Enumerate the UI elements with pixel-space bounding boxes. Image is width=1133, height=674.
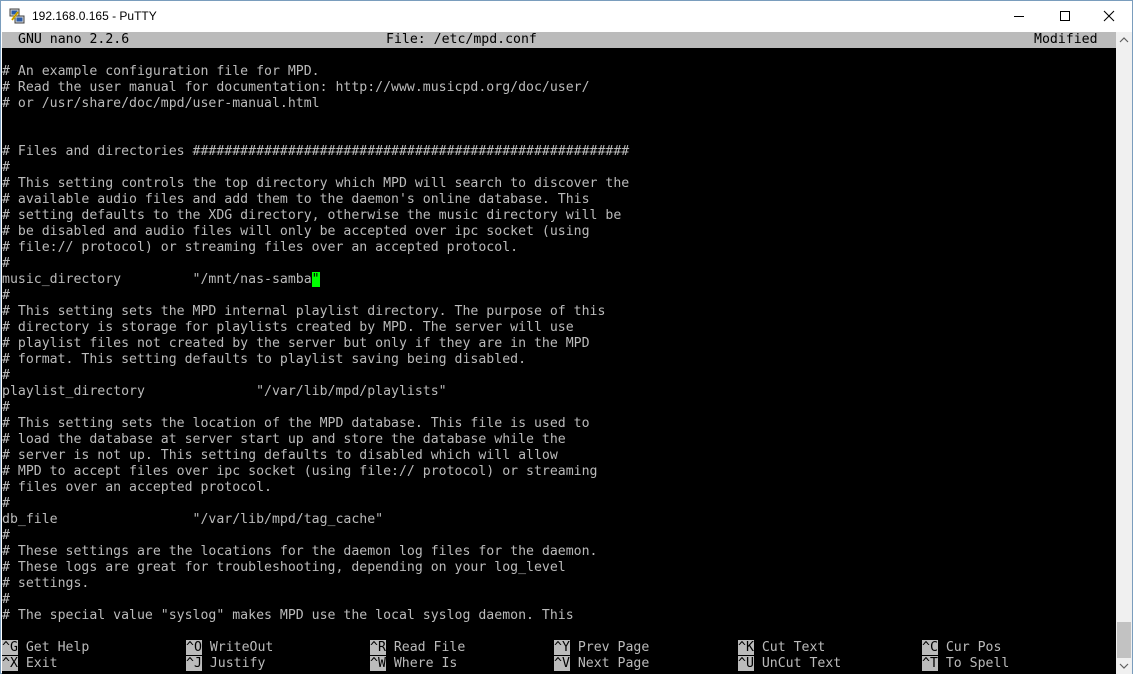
editor-line: # This setting sets the MPD internal pla… [2, 304, 606, 319]
editor-line: # Read the user manual for documentation… [2, 80, 590, 95]
editor-line: # setting defaults to the XDG directory,… [2, 208, 622, 223]
editor-line: # [2, 160, 10, 175]
putty-window: 192.168.0.165 - PuTTY GNU nano 2.2.6 Fil… [0, 0, 1133, 674]
close-button[interactable] [1086, 1, 1132, 31]
shortcut-key: ^O [186, 640, 202, 655]
shortcut-key: ^G [2, 640, 18, 655]
shortcut-label: WriteOut [209, 640, 274, 655]
minimize-button[interactable] [996, 1, 1042, 31]
vertical-scrollbar[interactable] [1116, 32, 1132, 674]
window-title: 192.168.0.165 - PuTTY [32, 9, 157, 23]
shortcut-key: ^T [922, 656, 938, 671]
scroll-thumb[interactable] [1117, 622, 1131, 658]
close-icon [1103, 10, 1115, 22]
putty-icon [9, 8, 25, 24]
shortcut-label: Prev Page [577, 640, 650, 655]
scroll-down-arrow-icon[interactable] [1116, 658, 1132, 674]
editor-line: # An example configuration file for MPD. [2, 64, 320, 79]
shortcut-label: To Spell [945, 656, 1010, 671]
shortcut-writeout[interactable]: ^O WriteOut [186, 640, 273, 656]
editor-line: # [2, 368, 10, 383]
shortcut-to-spell[interactable]: ^T To Spell [922, 656, 1009, 672]
minimize-icon [1014, 16, 1024, 17]
editor-line: # [2, 592, 10, 607]
shortcut-read-file[interactable]: ^R Read File [370, 640, 465, 656]
shortcut-key: ^W [370, 656, 386, 671]
shortcut-key: ^U [738, 656, 754, 671]
shortcut-next-page[interactable]: ^V Next Page [554, 656, 649, 672]
editor-line: # This setting sets the location of the … [2, 416, 590, 431]
editor-line: # playlist files not created by the serv… [2, 336, 590, 351]
editor-line: # load the database at server start up a… [2, 432, 566, 447]
scroll-up-arrow-icon[interactable] [1116, 32, 1132, 48]
editor-line: # file:// protocol) or streaming files o… [2, 240, 519, 255]
shortcut-justify[interactable]: ^J Justify [186, 656, 265, 672]
editor-line-current[interactable]: music_directory "/mnt/nas-samba" [2, 272, 1116, 288]
shortcut-key: ^J [186, 656, 202, 671]
editor-line: # The special value "syslog" makes MPD u… [2, 608, 574, 623]
shortcut-key: ^R [370, 640, 386, 655]
maximize-icon [1060, 11, 1070, 21]
terminal-screen[interactable]: GNU nano 2.2.6 File: /etc/mpd.conf Modif… [2, 32, 1116, 674]
editor-line: # format. This setting defaults to playl… [2, 352, 527, 367]
editor-line: # directory is storage for playlists cre… [2, 320, 574, 335]
shortcut-where-is[interactable]: ^W Where Is [370, 656, 457, 672]
modified-status: Modified [1034, 32, 1098, 47]
file-name: File: /etc/mpd.conf [386, 32, 537, 47]
shortcut-label: Exit [25, 656, 58, 671]
editor-line: # [2, 496, 10, 511]
shortcut-prev-page[interactable]: ^Y Prev Page [554, 640, 649, 656]
shortcut-bar-bottom: ^X Exit ^J Justify ^W Where Is ^V Next P… [2, 656, 1116, 672]
shortcut-label: Get Help [25, 640, 90, 655]
editor-line: # or /usr/share/doc/mpd/user-manual.html [2, 96, 320, 111]
shortcut-key: ^C [922, 640, 938, 655]
shortcut-label: Read File [393, 640, 466, 655]
editor-line: # Files and directories ################… [2, 144, 630, 159]
title-bar[interactable]: 192.168.0.165 - PuTTY [1, 1, 1132, 32]
editor-line: # [2, 288, 10, 303]
shortcut-key: ^V [554, 656, 570, 671]
status-line [2, 624, 1116, 640]
shortcut-cur-pos[interactable]: ^C Cur Pos [922, 640, 1001, 656]
editor-line: # MPD to accept files over ipc socket (u… [2, 464, 598, 479]
shortcut-bar-top: ^G Get Help ^O WriteOut ^R Read File ^Y … [2, 640, 1116, 656]
editor-line: # [2, 400, 10, 415]
shortcut-key: ^Y [554, 640, 570, 655]
music-directory-text: music_directory "/mnt/nas-samba [2, 272, 312, 287]
editor-line: # These settings are the locations for t… [2, 544, 598, 559]
shortcut-cut-text[interactable]: ^K Cut Text [738, 640, 825, 656]
text-cursor: " [311, 272, 320, 287]
shortcut-uncut-text[interactable]: ^U UnCut Text [738, 656, 841, 672]
shortcut-label: UnCut Text [761, 656, 842, 671]
editor-line: # be disabled and audio files will only … [2, 224, 590, 239]
editor-line: # available audio files and add them to … [2, 192, 590, 207]
shortcut-label: Where Is [393, 656, 458, 671]
shortcut-key: ^X [2, 656, 18, 671]
editor-line: # server is not up. This setting default… [2, 448, 558, 463]
shortcut-label: Cur Pos [945, 640, 1002, 655]
editor-line: # These logs are great for troubleshooti… [2, 560, 566, 575]
maximize-button[interactable] [1042, 1, 1088, 31]
editor-line: db_file "/var/lib/mpd/tag_cache" [2, 512, 384, 527]
editor-line: playlist_directory "/var/lib/mpd/playlis… [2, 384, 447, 399]
editor-line: # settings. [2, 576, 90, 591]
shortcut-key: ^K [738, 640, 754, 655]
nano-header-bar: GNU nano 2.2.6 File: /etc/mpd.conf Modif… [2, 32, 1116, 48]
shortcut-get-help[interactable]: ^G Get Help [2, 640, 89, 656]
shortcut-label: Cut Text [761, 640, 826, 655]
shortcut-label: Next Page [577, 656, 650, 671]
editor-line: # This setting controls the top director… [2, 176, 630, 191]
shortcut-exit[interactable]: ^X Exit [2, 656, 58, 672]
editor-line: # [2, 528, 10, 543]
nano-version: GNU nano 2.2.6 [18, 32, 130, 47]
editor-line: # [2, 256, 10, 271]
editor-line: # files over an accepted protocol. [2, 480, 272, 495]
shortcut-label: Justify [209, 656, 266, 671]
